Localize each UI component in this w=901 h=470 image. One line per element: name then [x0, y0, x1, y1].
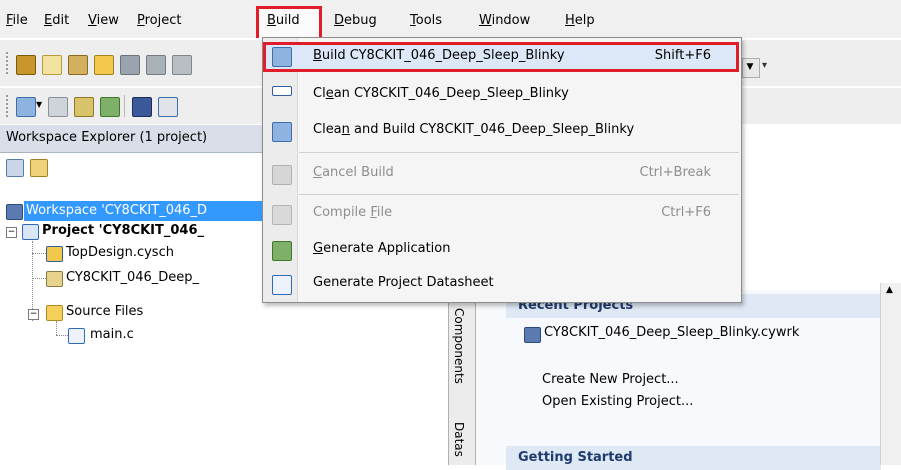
compile-file-icon: [272, 205, 292, 225]
menu-item-build[interactable]: Build CY8CKIT_046_Deep_Sleep_Blinky Shif…: [263, 42, 741, 76]
design-wide-resources-icon: [46, 271, 63, 287]
menu-item-shortcut: Shift+F6: [654, 48, 711, 63]
tree-item-cydwr[interactable]: CY8CKIT_046_Deep_: [66, 268, 199, 288]
folder-icon: [46, 305, 63, 321]
toolbar-overflow-icon[interactable]: ▾: [762, 60, 767, 71]
side-tab-strip: Components Datas: [448, 300, 476, 465]
clean-build-icon: [272, 122, 292, 142]
menu-separator: [299, 152, 739, 153]
tree-item-main-c[interactable]: main.c: [90, 325, 134, 345]
add-item-icon[interactable]: [68, 55, 88, 75]
menu-item-label: Generate Application: [313, 241, 451, 256]
create-new-project-link[interactable]: Create New Project...: [542, 372, 679, 387]
menu-item-label: Clean and Build CY8CKIT_046_Deep_Sleep_B…: [313, 122, 635, 137]
stop-icon[interactable]: [158, 97, 178, 117]
start-page: Recent Projects CY8CKIT_046_Deep_Sleep_B…: [476, 290, 881, 470]
menu-project[interactable]: Project: [137, 10, 182, 32]
workspace-explorer-toolbar: [0, 153, 262, 183]
menu-item-generate-datasheet[interactable]: Generate Project Datasheet: [263, 267, 741, 301]
c-file-icon: [68, 328, 85, 344]
generate-icon[interactable]: [100, 97, 120, 117]
workspace-explorer-header: Workspace Explorer (1 project): [0, 125, 262, 153]
program-icon[interactable]: [48, 97, 68, 117]
workspace-icon: [6, 204, 23, 220]
toolbar-grip[interactable]: [6, 52, 12, 74]
menu-item-compile-file: Compile File Ctrl+F6: [263, 197, 741, 231]
chevron-down-icon: ▼: [746, 62, 754, 72]
build-icon: [272, 47, 292, 67]
collapse-icon[interactable]: −: [28, 309, 39, 320]
tree-connector: [56, 335, 68, 337]
tab-datasheets[interactable]: Datas: [452, 422, 466, 457]
new-workspace-icon[interactable]: [16, 55, 36, 75]
tree-connector: [32, 253, 46, 255]
menu-window[interactable]: Window: [479, 10, 530, 32]
menu-item-shortcut: Ctrl+F6: [661, 205, 711, 220]
menu-build[interactable]: Build: [267, 10, 300, 32]
menu-bar: File Edit View Project Build Debug Tools…: [0, 0, 901, 38]
recent-project-link[interactable]: CY8CKIT_046_Deep_Sleep_Blinky.cywrk: [544, 325, 799, 340]
datasheet-icon: [272, 275, 292, 295]
folder-view-icon[interactable]: [30, 159, 48, 177]
save-icon[interactable]: [120, 55, 140, 75]
workspace-icon: [524, 327, 541, 343]
tree-view-icon[interactable]: [6, 159, 24, 177]
menu-item-label: Cancel Build: [313, 165, 394, 180]
collapse-icon[interactable]: −: [6, 227, 17, 238]
tree-item-source-files[interactable]: Source Files: [66, 302, 143, 322]
new-project-icon[interactable]: [42, 55, 62, 75]
tree-item-project[interactable]: Project 'CY8CKIT_046_: [42, 221, 204, 241]
menu-debug[interactable]: Debug: [334, 10, 377, 32]
menu-item-clean-and-build[interactable]: Clean and Build CY8CKIT_046_Deep_Sleep_B…: [263, 114, 741, 148]
workspace-explorer-title: Workspace Explorer (1 project): [6, 130, 208, 145]
menu-item-label: Compile File: [313, 205, 393, 220]
workspace-tree: Workspace 'CY8CKIT_046_D − Project 'CY8C…: [0, 185, 264, 465]
tree-connector: [56, 321, 58, 335]
tab-components[interactable]: Components: [452, 308, 466, 384]
getting-started-header: Getting Started: [506, 446, 881, 470]
menu-view[interactable]: View: [88, 10, 119, 32]
menu-item-cancel-build: Cancel Build Ctrl+Break: [263, 157, 741, 191]
menu-item-generate-application[interactable]: Generate Application: [263, 233, 741, 267]
menu-tools[interactable]: Tools: [410, 10, 442, 32]
save-all-icon[interactable]: [146, 55, 166, 75]
menu-item-shortcut: Ctrl+Break: [639, 165, 712, 180]
start-page-scrollbar[interactable]: ▲: [880, 283, 901, 465]
menu-edit[interactable]: Edit: [44, 10, 69, 32]
scroll-up-icon[interactable]: ▲: [886, 285, 893, 295]
build-icon[interactable]: [16, 97, 36, 117]
tree-item-workspace[interactable]: Workspace 'CY8CKIT_046_D: [24, 201, 264, 221]
chip-icon[interactable]: [132, 97, 152, 117]
project-icon: [22, 224, 39, 240]
menu-item-clean[interactable]: Clean CY8CKIT_046_Deep_Sleep_Blinky: [263, 78, 741, 112]
schematic-icon: [46, 246, 63, 262]
toolbar-grip[interactable]: [6, 95, 12, 117]
chevron-down-icon: ▼: [36, 100, 43, 109]
open-folder-icon[interactable]: [94, 55, 114, 75]
clean-icon: [272, 86, 292, 96]
menu-item-label: Clean CY8CKIT_046_Deep_Sleep_Blinky: [313, 86, 569, 101]
tree-connector: [32, 278, 46, 280]
menu-item-label: Build CY8CKIT_046_Deep_Sleep_Blinky: [313, 48, 565, 63]
generate-application-icon: [272, 241, 292, 261]
debug-icon[interactable]: [74, 97, 94, 117]
menu-separator: [299, 194, 739, 195]
menu-file[interactable]: File: [6, 10, 28, 32]
tree-item-topdesign[interactable]: TopDesign.cysch: [66, 243, 174, 263]
open-existing-project-link[interactable]: Open Existing Project...: [542, 394, 693, 409]
build-menu-dropdown: Build CY8CKIT_046_Deep_Sleep_Blinky Shif…: [262, 37, 742, 303]
cancel-build-icon: [272, 165, 292, 185]
menu-help[interactable]: Help: [565, 10, 595, 32]
toolbar-separator: [124, 95, 125, 117]
print-icon[interactable]: [172, 55, 192, 75]
menu-item-label: Generate Project Datasheet: [313, 275, 494, 290]
